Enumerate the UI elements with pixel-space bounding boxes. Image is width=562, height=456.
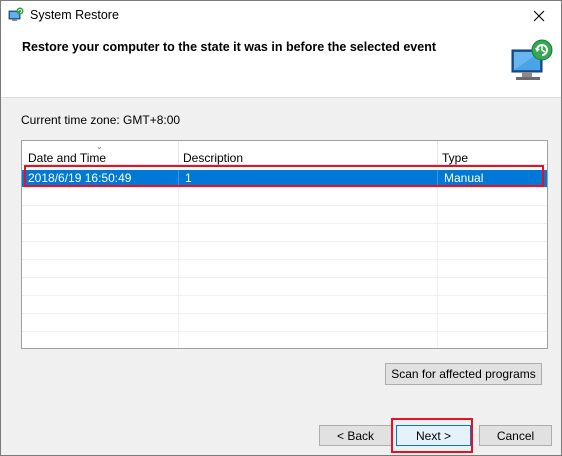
empty-row [22, 278, 547, 296]
row-date: 2018/6/19 16:50:49 [22, 170, 179, 187]
next-button-highlight [391, 418, 473, 453]
close-button[interactable] [516, 1, 561, 31]
table-row[interactable]: 2018/6/19 16:50:49 1 Manual [22, 170, 547, 188]
restore-computer-icon [511, 39, 553, 80]
empty-row [22, 332, 547, 348]
system-restore-icon [8, 7, 24, 21]
empty-row [22, 206, 547, 224]
restore-points-list[interactable]: ⌄ Date and Time Description Type 2018/6/… [21, 140, 548, 349]
column-divider[interactable] [437, 141, 438, 164]
cancel-button[interactable]: Cancel [479, 425, 552, 446]
sort-descending-icon: ⌄ [96, 142, 103, 151]
page-title: Restore your computer to the state it wa… [22, 40, 436, 54]
row-type: Manual [444, 171, 484, 185]
empty-row [22, 314, 547, 332]
wizard-header: Restore your computer to the state it wa… [1, 31, 561, 98]
empty-row [22, 188, 547, 206]
close-icon [533, 10, 544, 22]
column-header-type[interactable]: Type [442, 151, 468, 165]
empty-row [22, 242, 547, 260]
column-header-date[interactable]: Date and Time [28, 151, 106, 165]
empty-row [22, 224, 547, 242]
empty-row [22, 296, 547, 314]
column-header-description[interactable]: Description [183, 151, 243, 165]
empty-row [22, 260, 547, 278]
column-divider[interactable] [178, 141, 179, 164]
window-title: System Restore [30, 8, 119, 22]
list-header: ⌄ Date and Time Description Type [22, 141, 547, 165]
system-restore-window: System Restore Restore your computer to … [0, 0, 562, 456]
row-description: 1 [179, 170, 438, 187]
timezone-label: Current time zone: GMT+8:00 [21, 113, 181, 127]
back-button[interactable]: < Back [319, 425, 392, 446]
scan-affected-programs-button[interactable]: Scan for affected programs [385, 363, 542, 385]
title-bar[interactable]: System Restore [1, 1, 561, 31]
